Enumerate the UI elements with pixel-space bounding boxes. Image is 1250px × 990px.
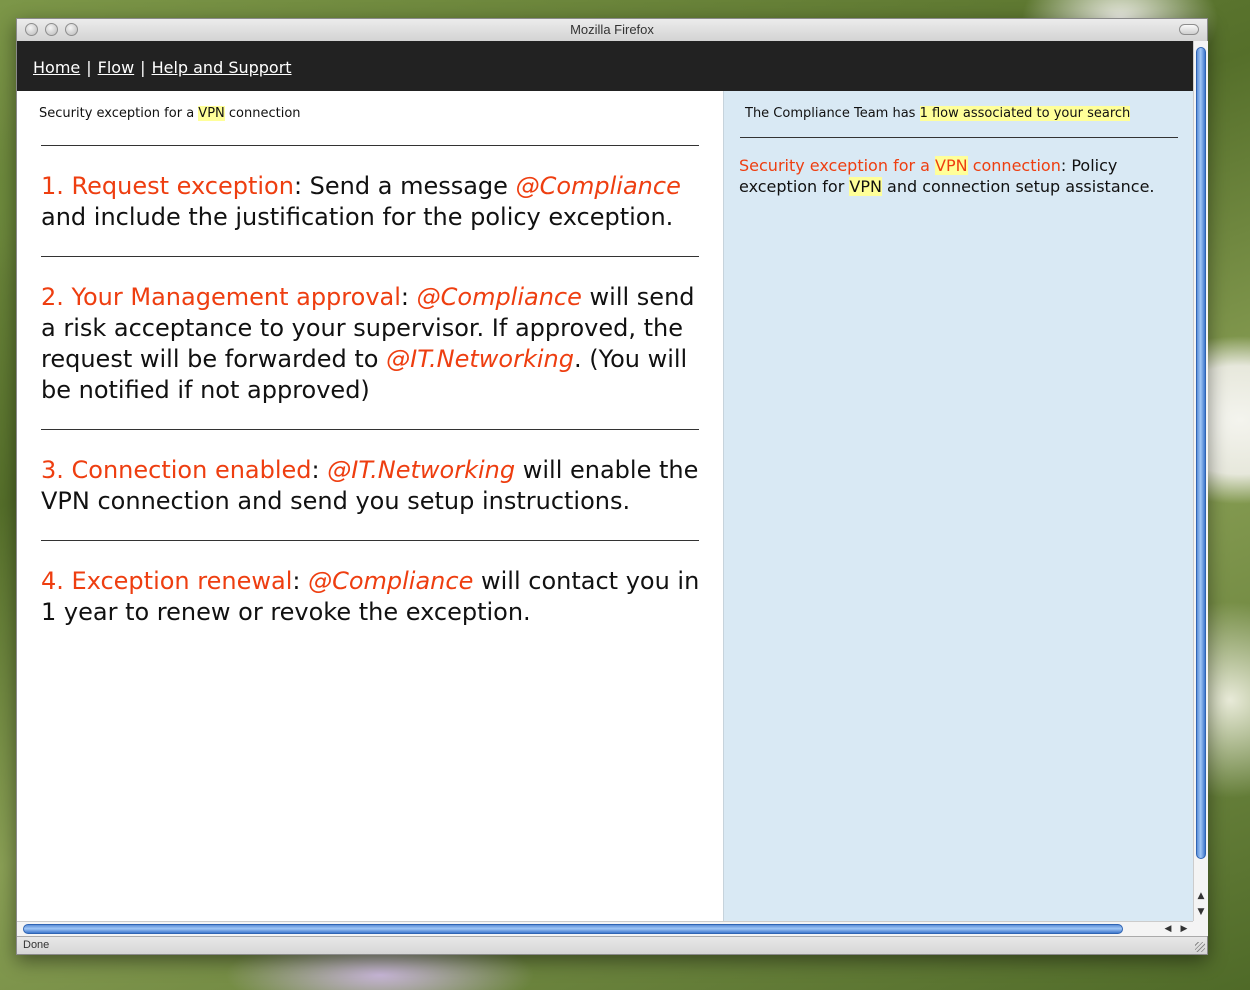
search-highlight: VPN [198,106,225,121]
mention-link[interactable]: @Compliance [308,567,473,595]
nav-flow-link[interactable]: Flow [98,58,135,77]
horizontal-scroll-thumb[interactable] [23,924,1123,934]
flow-step-4: 4. Exception renewal: @Compliance will c… [41,567,700,626]
scroll-down-icon[interactable]: ▼ [1194,905,1208,919]
search-highlight[interactable]: VPN [935,156,968,175]
vertical-scrollbar[interactable]: ▲ ▼ [1193,41,1208,921]
flow-step-3: 3. Connection enabled: @IT.Networking wi… [41,456,699,515]
flow-step-2: 2. Your Management approval: @Compliance… [41,283,695,404]
step-title: 4. Exception renewal [41,567,293,595]
browser-window: Mozilla Firefox Home | Flow | Help and Suppo… [16,18,1208,955]
vertical-scroll-thumb[interactable] [1196,47,1206,859]
status-bar: Done [17,936,1207,954]
mention-link[interactable]: @IT.Networking [386,345,574,373]
divider [41,429,699,430]
divider [41,145,699,146]
flow-breadcrumb: Security exception for a VPN connection [39,106,301,121]
divider [41,256,699,257]
results-count-highlight: 1 flow associated to your search [919,106,1131,121]
top-navbar: Home | Flow | Help and Support [17,41,1193,91]
toolbar-toggle-button[interactable] [1179,24,1199,35]
mention-link[interactable]: @IT.Networking [327,456,515,484]
page-viewport: Home | Flow | Help and Support Security exce… [17,41,1193,921]
result-title-link[interactable]: Security exception for a VPN connection [739,156,1061,175]
flow-step-1: 1. Request exception: Send a message @Co… [41,172,681,231]
search-results-panel: The Compliance Team has 1 flow associate… [723,91,1193,921]
window-title: Mozilla Firefox [570,22,654,37]
scroll-left-icon[interactable]: ◀ [1161,922,1175,936]
step-title: 2. Your Management approval [41,283,401,311]
flow-detail-panel: Security exception for a VPN connection … [17,91,723,921]
nav-help-link[interactable]: Help and Support [152,58,292,77]
step-title: 3. Connection enabled [41,456,312,484]
search-highlight: VPN [849,177,882,196]
resize-grip-icon[interactable] [1195,942,1205,952]
mention-link[interactable]: @Compliance [516,172,681,200]
nav-separator: | [140,58,146,77]
mention-link[interactable]: @Compliance [417,283,582,311]
divider [740,137,1178,138]
horizontal-scrollbar[interactable]: ◀ ▶ [17,921,1193,936]
scroll-up-icon[interactable]: ▲ [1194,889,1208,903]
step-title: 1. Request exception [41,172,294,200]
nav-links: Home | Flow | Help and Support [33,58,292,77]
scroll-right-icon[interactable]: ▶ [1177,922,1191,936]
search-result-item: Security exception for a VPN connection:… [739,156,1155,196]
scroll-corner [1193,921,1208,936]
title-bar: Mozilla Firefox [17,19,1207,42]
nav-separator: | [86,58,92,77]
status-text: Done [23,939,50,951]
results-summary: The Compliance Team has 1 flow associate… [745,106,1131,121]
nav-home-link[interactable]: Home [33,58,80,77]
divider [41,540,699,541]
